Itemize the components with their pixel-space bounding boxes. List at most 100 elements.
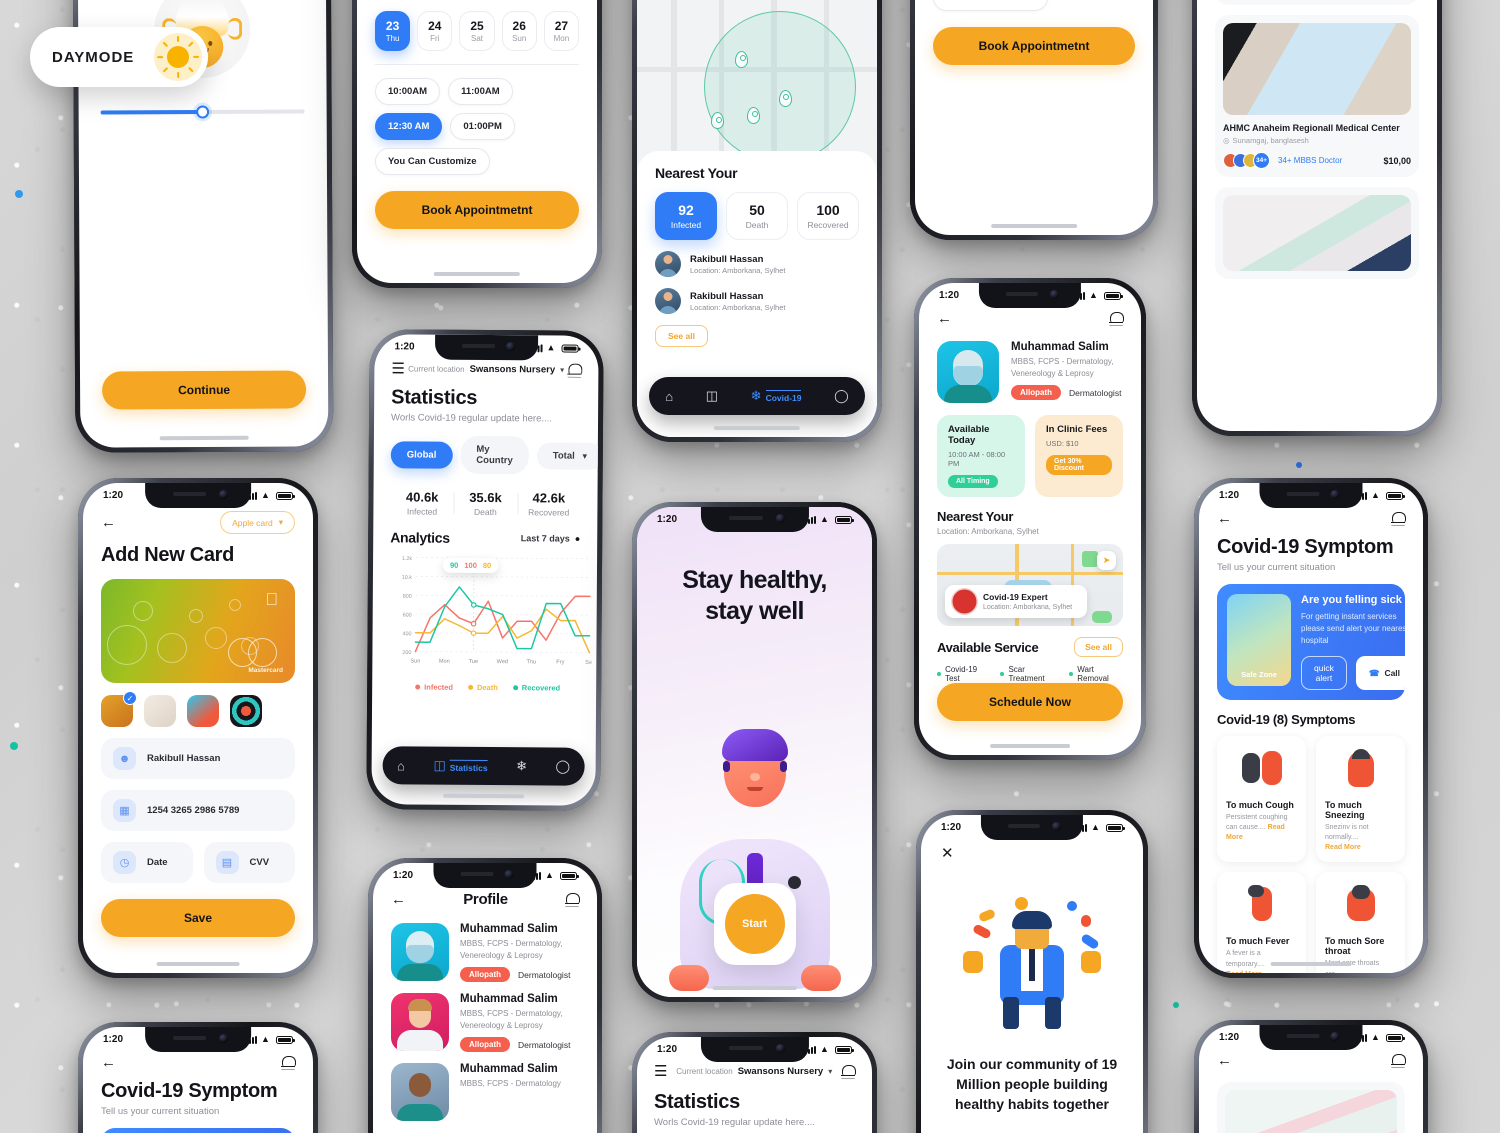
tab-home[interactable]: ⌂ — [397, 758, 405, 773]
card-swatch[interactable]: ✓ — [101, 691, 137, 727]
symptom-card[interactable]: To much Sneezing Snezinv is not normally… — [1316, 736, 1405, 863]
card-type-dropdown[interactable]: Apple card ▾ — [220, 511, 295, 534]
day-cell[interactable]: 27 Mon — [543, 11, 580, 51]
tab-covid19[interactable]: ❄ — [516, 758, 527, 774]
stat-card-infected[interactable]: 92 Infected — [655, 192, 717, 241]
list-item[interactable]: Rakibull Hassan Location: Amborkana, Syl… — [655, 288, 859, 315]
slider-knob[interactable] — [196, 105, 210, 119]
segment-global[interactable]: Global — [390, 440, 453, 469]
discount-badge[interactable]: Get 30% Discount — [1046, 455, 1112, 475]
tab-covid19[interactable]: ❄ Covid-19 — [751, 388, 802, 404]
bell-icon[interactable] — [1391, 1053, 1406, 1068]
tab-home[interactable]: ⌂ — [665, 389, 673, 404]
hospital-card[interactable] — [1217, 1082, 1405, 1133]
segment-my-country[interactable]: My Country — [460, 435, 529, 475]
time-selector[interactable]: 10:00AM 11:00AM 12:30 AM 01:00PM You Can… — [915, 0, 1153, 11]
back-arrow-icon[interactable]: ← — [101, 1055, 116, 1070]
time-slot[interactable]: 01:00PM — [450, 113, 515, 140]
hospital-card[interactable] — [1215, 187, 1419, 279]
card-swatch[interactable] — [144, 695, 176, 727]
time-slot[interactable]: 12:30 AM — [375, 113, 443, 140]
expiry-date-field[interactable]: ◷ Date — [101, 842, 193, 883]
time-slot[interactable]: You Can Customize — [375, 148, 490, 175]
cardholder-name-field[interactable]: ☻ Rakibull Hassan — [101, 738, 295, 779]
continue-button[interactable]: Continue — [101, 370, 307, 410]
see-all-button[interactable]: See all — [1074, 637, 1123, 657]
quick-alert-button[interactable]: quick alert — [1301, 656, 1347, 690]
close-icon[interactable]: ✕ — [941, 845, 954, 862]
range-label[interactable]: Last 7 days — [521, 533, 570, 543]
symptom-card[interactable]: To much Cough Persistent coughing can ca… — [1217, 736, 1306, 863]
tab-statistics[interactable]: ◫ Statistics — [433, 758, 488, 774]
doctor-row[interactable]: Muhammad Salim MBBS, FCPS - Dermatology — [373, 1052, 597, 1122]
total-dropdown[interactable]: Total ▾ — [536, 441, 599, 470]
see-all-button[interactable]: See all — [655, 325, 708, 348]
time-slot[interactable]: 10:00AM — [375, 78, 441, 105]
time-slot[interactable]: 11:00AM — [448, 78, 513, 105]
scope-segmented-control[interactable]: Global My Country Total ▾ — [374, 423, 599, 475]
back-arrow-icon[interactable]: ← — [391, 892, 406, 907]
symptom-card[interactable]: To much Sore throat Most sore throats ar… — [1316, 872, 1405, 973]
navigate-icon[interactable]: ➤ — [1097, 551, 1116, 570]
day-selector[interactable]: 23 Thu 24 Fri 25 Sat 26 Sun 27 Mon — [357, 0, 597, 51]
day-cell[interactable]: 26 Sun — [501, 11, 537, 51]
chevron-down-icon[interactable]: ▾ — [828, 1067, 832, 1076]
mood-slider[interactable] — [100, 105, 305, 119]
bell-icon[interactable] — [281, 1055, 296, 1070]
bell-icon[interactable] — [841, 1064, 856, 1079]
hospital-card[interactable]: AHMC Anaheim Regionall Medical Center ◎ … — [1215, 15, 1419, 177]
card-swatch[interactable] — [230, 695, 262, 727]
book-appointment-button[interactable]: Book Appointmetnt — [375, 191, 579, 229]
save-button[interactable]: Save — [101, 899, 295, 937]
back-arrow-icon[interactable]: ← — [937, 311, 952, 326]
phone-profile-screen: 1:20 ← Profile Muhammad Salim MBBS, FCPS… — [368, 858, 602, 1133]
bell-icon[interactable] — [1391, 511, 1406, 526]
tab-statistics[interactable]: ◫ — [706, 388, 718, 404]
card-number-field[interactable]: ▦ 1254 3265 2986 5789 — [101, 790, 295, 831]
location-value[interactable]: Swansons Nursery — [738, 1066, 824, 1077]
stat-card-death[interactable]: 50 Death — [726, 192, 788, 241]
day-cell[interactable]: 25 Sat — [459, 11, 495, 51]
schedule-now-button[interactable]: Schedule Now — [937, 683, 1123, 721]
hospital-card[interactable]: AHMC Anaheim Regionall Medical Center ◎ … — [1215, 0, 1419, 5]
stat-card-recovered[interactable]: 100 Recovered — [797, 192, 859, 241]
read-more-link[interactable]: Read More — [1226, 970, 1297, 973]
call-button[interactable]: ☎ Call — [1355, 656, 1405, 690]
cvv-field[interactable]: ▤ CVV — [203, 842, 295, 883]
book-appointment-button[interactable]: Book Appointmetnt — [933, 27, 1135, 65]
back-arrow-icon[interactable]: ← — [1217, 1053, 1232, 1068]
doctor-photo — [391, 923, 449, 981]
day-weekday: Thu — [385, 34, 400, 43]
sick-alert-banner[interactable] — [101, 1128, 295, 1133]
filter-icon[interactable]: ☰ — [391, 360, 405, 377]
doctor-row[interactable]: Muhammad Salim MBBS, FCPS - Dermatology,… — [373, 912, 597, 983]
tab-profile[interactable]: ◯ — [834, 388, 849, 404]
daymode-badge[interactable]: DAYMODE — [30, 27, 208, 87]
back-arrow-icon[interactable]: ← — [1217, 511, 1232, 526]
page-title: Add New Card — [101, 544, 235, 566]
map-pin-card[interactable]: Covid-19 Expert Location: Amborkana, Syl… — [945, 585, 1087, 618]
location-value[interactable]: Swansons Nursery — [470, 364, 556, 376]
chevron-down-icon[interactable]: ● — [575, 534, 581, 544]
card-swatch[interactable] — [187, 695, 219, 727]
list-item[interactable]: Rakibull Hassan Location: Amborkana, Syl… — [655, 251, 859, 278]
read-more-link[interactable]: Read More — [1325, 843, 1396, 853]
all-timing-badge[interactable]: All Timing — [948, 475, 998, 488]
time-selector[interactable]: 10:00AM 11:00AM 12:30 AM 01:00PM You Can… — [357, 65, 597, 175]
symptom-card[interactable]: To much Fever A fever is a temporary....… — [1217, 872, 1306, 973]
tab-profile[interactable]: ◯ — [556, 758, 571, 774]
back-arrow-icon[interactable]: ← — [101, 515, 116, 530]
time-slot[interactable]: You Can Customize — [933, 0, 1048, 11]
bell-icon[interactable] — [564, 892, 580, 907]
bell-icon[interactable] — [567, 363, 581, 378]
day-cell[interactable]: 23 Thu — [375, 11, 411, 51]
mini-map[interactable]: ➤ Covid-19 Expert Location: Amborkana, S… — [937, 544, 1123, 626]
filter-icon[interactable]: ☰ — [654, 1064, 667, 1079]
stat-value: 92 — [678, 202, 694, 219]
day-cell[interactable]: 24 Fri — [417, 11, 453, 51]
card-style-swatches[interactable]: ✓ — [83, 683, 313, 727]
start-button[interactable]: Start — [724, 894, 785, 954]
chevron-down-icon[interactable]: ▾ — [560, 366, 564, 375]
doctor-row[interactable]: Muhammad Salim MBBS, FCPS - Dermatology,… — [373, 982, 597, 1053]
bell-icon[interactable] — [1109, 311, 1124, 326]
